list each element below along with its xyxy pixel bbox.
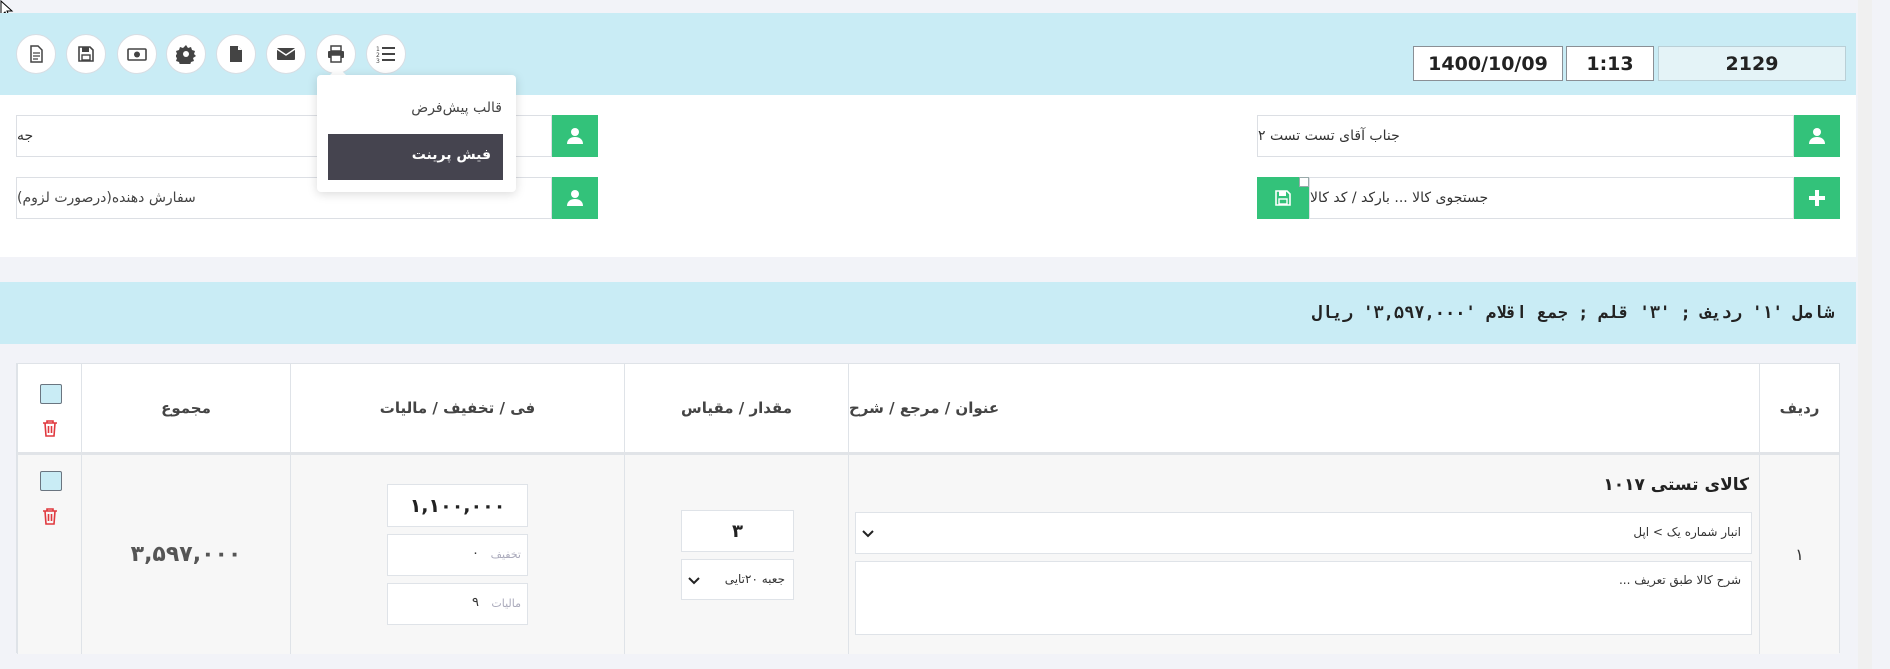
product-name: کالای تستی ۱۰۱۷ — [1603, 475, 1749, 495]
numbered-list-button[interactable]: 123 — [366, 34, 406, 74]
trash-icon — [43, 508, 57, 525]
items-table: مجموع فی / تخفیف / مالیات مقدار / مقیاس … — [16, 363, 1840, 654]
print-menu: قالب پیش‌فرض فیش پرینت — [317, 75, 516, 192]
delete-all-button[interactable] — [42, 419, 58, 437]
envelope-icon — [276, 48, 296, 60]
header-bar: 123 1400/10/09 1:13 2129 — [0, 13, 1856, 95]
price-input[interactable]: ۱,۱۰۰,۰۰۰ — [387, 484, 528, 527]
product-search-input[interactable]: جستجوی کالا ... بارکد / کد کالا — [1309, 177, 1794, 219]
file-text-icon — [30, 45, 43, 63]
warehouse-select[interactable]: انبار شماره یک > اپل — [855, 512, 1752, 554]
user-icon — [567, 128, 583, 144]
description-value: شرح کالا طبق تعریف ... — [1618, 573, 1741, 587]
row-delete-button[interactable] — [42, 507, 58, 525]
money-icon — [127, 48, 147, 61]
time-field[interactable]: 1:13 — [1566, 46, 1654, 81]
new-document-button[interactable] — [16, 34, 56, 74]
scrollbar[interactable] — [1858, 0, 1872, 669]
print-icon — [328, 45, 344, 63]
trash-icon — [43, 420, 57, 437]
row-price-cell: ۱,۱۰۰,۰۰۰ تخفیف ۰ مالیات ۹ — [290, 455, 624, 654]
row-total-cell: ۳,۵۹۷,۰۰۰ — [81, 455, 290, 654]
numbered-list-icon: 123 — [376, 46, 395, 64]
add-product-button[interactable] — [1794, 177, 1840, 219]
save-icon — [1275, 190, 1291, 206]
warehouse-value: انبار شماره یک > اپل — [1633, 525, 1741, 539]
row-number-header: ردیف — [1759, 364, 1839, 452]
save-button[interactable] — [66, 34, 106, 74]
save-product-checkbox[interactable] — [1299, 177, 1309, 187]
discount-label: تخفیف — [490, 548, 521, 561]
form-panel: جه سفارش دهنده(درصورت لزوم) جناب آقای تس… — [0, 95, 1856, 257]
plus-icon — [1809, 190, 1825, 206]
menu-item-receipt-print[interactable]: فیش پرینت — [328, 134, 503, 180]
svg-text:3: 3 — [376, 58, 380, 64]
date-field[interactable]: 1400/10/09 — [1413, 46, 1563, 81]
save-icon — [78, 46, 94, 62]
menu-item-receipt-print-label: فیش پرینت — [411, 147, 491, 163]
chevron-down-icon — [862, 530, 874, 538]
select-orderer-button[interactable] — [552, 177, 598, 219]
discount-value: ۰ — [472, 546, 479, 561]
title-header: عنوان / مرجع / شرح — [848, 364, 1759, 452]
menu-item-default-template[interactable]: قالب پیش‌فرض — [411, 100, 502, 116]
row-number-cell: ۱ — [1759, 455, 1839, 654]
gear-icon — [176, 45, 196, 64]
row-quantity-cell: ۳ جعبه ۲۰تایی — [624, 455, 848, 654]
customer-field[interactable]: جناب آقای تست تست ۲ — [1257, 115, 1794, 157]
email-button[interactable] — [266, 34, 306, 74]
user-icon — [1809, 128, 1825, 144]
document-number: 2129 — [1658, 46, 1846, 81]
price-header: فی / تخفیف / مالیات — [290, 364, 624, 452]
row-actions-cell — [17, 455, 81, 654]
file-icon — [230, 46, 242, 62]
settings-button[interactable] — [166, 34, 206, 74]
total-header: مجموع — [81, 364, 290, 452]
row-number: ۱ — [1795, 545, 1804, 564]
file-button[interactable] — [216, 34, 256, 74]
row-title-cell: کالای تستی ۱۰۱۷ انبار شماره یک > اپل شرح… — [848, 455, 1759, 654]
user-icon — [567, 190, 583, 206]
description-textarea[interactable]: شرح کالا طبق تعریف ... — [855, 561, 1752, 635]
select-person-button-1[interactable] — [552, 115, 598, 157]
row-total: ۳,۵۹۷,۰۰۰ — [130, 542, 242, 567]
row-select-checkbox[interactable] — [40, 471, 62, 491]
select-customer-button[interactable] — [1794, 115, 1840, 157]
discount-input[interactable]: تخفیف ۰ — [387, 534, 528, 576]
summary-text: شامل '۱' ردیف ; '۳' قلم ; جمع اقلام '۳,۵… — [1311, 303, 1834, 323]
tax-input[interactable]: مالیات ۹ — [387, 583, 528, 625]
summary-bar: شامل '۱' ردیف ; '۳' قلم ; جمع اقلام '۳,۵… — [0, 282, 1856, 344]
chevron-down-icon — [688, 577, 700, 585]
tax-label: مالیات — [491, 597, 521, 610]
unit-value: جعبه ۲۰تایی — [724, 572, 785, 586]
actions-header — [17, 364, 81, 452]
select-all-checkbox[interactable] — [40, 384, 62, 404]
payment-button[interactable] — [117, 34, 157, 74]
unit-select[interactable]: جعبه ۲۰تایی — [681, 559, 794, 600]
quantity-input[interactable]: ۳ — [681, 510, 794, 552]
quantity-header: مقدار / مقیاس — [624, 364, 848, 452]
tax-value: ۹ — [472, 595, 479, 610]
